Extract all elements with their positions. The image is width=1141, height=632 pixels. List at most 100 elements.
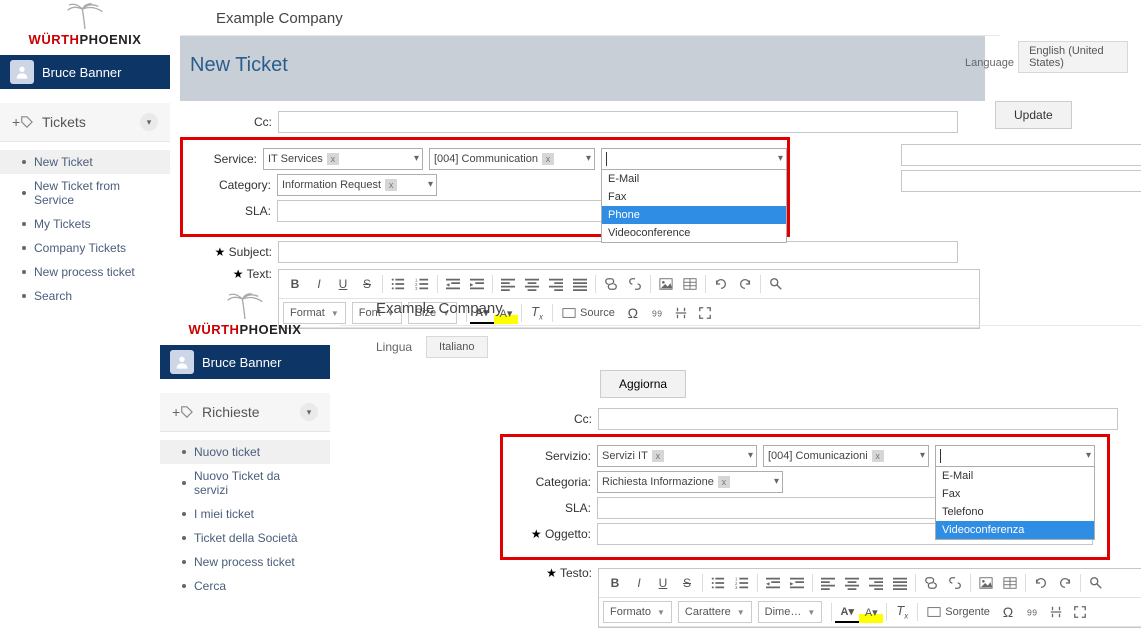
unlink-button[interactable] xyxy=(943,572,967,594)
dropdown-option[interactable]: Fax xyxy=(602,188,786,206)
dropdown-option-selected[interactable]: Videoconferenza xyxy=(936,521,1094,539)
screenshot-english: WÜRTHPHOENIX Bruce Banner + Tickets ▾ Ne… xyxy=(0,0,1000,316)
align-left-button[interactable] xyxy=(816,572,840,594)
italic-button[interactable]: I xyxy=(627,572,651,594)
removeformat-button[interactable]: Tx xyxy=(890,601,914,623)
username: Bruce Banner xyxy=(202,355,282,370)
update-button[interactable]: Aggiorna xyxy=(600,370,686,398)
company-name: Example Company xyxy=(180,0,1000,36)
ol-button[interactable]: 123 xyxy=(730,572,754,594)
dropdown-option[interactable]: Fax xyxy=(936,485,1094,503)
category-combo[interactable]: Information Requestx▾ xyxy=(277,174,437,196)
row-subject: ★ Subject: xyxy=(180,241,980,263)
nav-item-new-ticket-from-service[interactable]: New Ticket from Service xyxy=(0,174,170,212)
avatar[interactable] xyxy=(10,60,34,84)
rich-text-editor: B I U S 123 xyxy=(598,566,1141,628)
service-combo-1[interactable]: IT Servicesx▾ xyxy=(263,148,423,170)
cc-input[interactable] xyxy=(598,408,1118,430)
service-dropdown: E-Mail Fax Telefono Videoconferenza xyxy=(935,467,1095,540)
dropdown-option[interactable]: Videoconference xyxy=(602,224,786,242)
undo-button[interactable] xyxy=(1029,572,1053,594)
user-bar: Bruce Banner xyxy=(0,55,170,89)
nav-item-company-tickets[interactable]: Company Tickets xyxy=(0,236,170,260)
outdent-button[interactable] xyxy=(761,572,785,594)
chevron-down-icon[interactable]: ▾ xyxy=(140,113,158,131)
nav-item-my-tickets[interactable]: I miei ticket xyxy=(160,502,330,526)
nav-item-new-ticket[interactable]: New Ticket xyxy=(0,150,170,174)
service-combo-2[interactable]: [004] Comunicazionix▾ xyxy=(763,445,929,467)
nav-item-company-tickets[interactable]: Ticket della Società xyxy=(160,526,330,550)
dropdown-option[interactable]: Telefono xyxy=(936,503,1094,521)
nav-item-search[interactable]: Cerca xyxy=(160,574,330,598)
nav-item-new-ticket[interactable]: Nuovo ticket xyxy=(160,440,330,464)
dropdown-option[interactable]: E-Mail xyxy=(602,170,786,188)
nav-section-requests[interactable]: + Richieste ▾ xyxy=(160,393,330,432)
palm-icon xyxy=(225,292,265,322)
nav-list: New Ticket New Ticket from Service My Ti… xyxy=(0,142,170,316)
clear-icon[interactable]: x xyxy=(542,153,554,165)
link-button[interactable] xyxy=(919,572,943,594)
textcolor-button[interactable]: A▾ xyxy=(835,601,859,623)
underline-button[interactable]: U xyxy=(651,572,675,594)
sidebar: + Tickets ▾ New Ticket New Ticket from S… xyxy=(0,103,170,316)
plus-icon[interactable]: + xyxy=(12,113,34,131)
nav-item-my-tickets[interactable]: My Tickets xyxy=(0,212,170,236)
maximize-button[interactable] xyxy=(1068,601,1092,623)
language-select[interactable]: Italiano xyxy=(426,336,487,358)
language-select[interactable]: English (United States) xyxy=(1018,41,1128,73)
ul-button[interactable] xyxy=(706,572,730,594)
align-justify-button[interactable] xyxy=(888,572,912,594)
align-center-button[interactable] xyxy=(840,572,864,594)
extra-input-1[interactable] xyxy=(901,144,1141,166)
service-combo-2[interactable]: [004] Communicationx▾ xyxy=(429,148,595,170)
logo: WÜRTHPHOENIX xyxy=(160,290,330,345)
align-right-button[interactable] xyxy=(864,572,888,594)
plus-icon[interactable]: + xyxy=(172,403,194,421)
clear-icon[interactable]: x xyxy=(652,450,664,462)
dropdown-option[interactable]: E-Mail xyxy=(936,467,1094,485)
nav-item-new-process[interactable]: New process ticket xyxy=(160,550,330,574)
clear-icon[interactable]: x xyxy=(718,476,730,488)
nav-item-new-process[interactable]: New process ticket xyxy=(0,260,170,284)
split-button[interactable] xyxy=(1044,601,1068,623)
source-button[interactable]: Sorgente xyxy=(921,605,996,619)
format-dropdown[interactable]: Formato▼ xyxy=(603,601,672,623)
indent-button[interactable] xyxy=(785,572,809,594)
service-combo-3[interactable]: ▾ xyxy=(601,148,787,170)
nav-item-search[interactable]: Search xyxy=(0,284,170,308)
clear-icon[interactable]: x xyxy=(327,153,339,165)
size-dropdown[interactable]: Dime…▼ xyxy=(758,601,823,623)
code-button[interactable]: 99 xyxy=(1020,601,1044,623)
bold-button[interactable]: B xyxy=(603,572,627,594)
extra-input-2[interactable] xyxy=(901,170,1141,192)
chevron-down-icon[interactable]: ▾ xyxy=(300,403,318,421)
ticket-form: Cc: Servizio: Servizi ITx▾ [004] Comunic… xyxy=(340,398,1141,628)
omega-button[interactable]: Ω xyxy=(996,601,1020,623)
cc-input[interactable] xyxy=(278,111,958,133)
nav-item-new-ticket-from-service[interactable]: Nuovo Ticket da servizi xyxy=(160,464,330,502)
subject-input[interactable] xyxy=(278,241,958,263)
bgcolor-button[interactable]: A▾ xyxy=(859,601,883,623)
nav-section-tickets[interactable]: + Tickets ▾ xyxy=(0,103,170,142)
table-button[interactable] xyxy=(998,572,1022,594)
avatar[interactable] xyxy=(170,350,194,374)
font-dropdown[interactable]: Carattere▼ xyxy=(678,601,752,623)
palm-icon xyxy=(65,2,105,32)
svg-text:3: 3 xyxy=(735,585,738,590)
image-button[interactable] xyxy=(974,572,998,594)
row-cc: Cc: xyxy=(500,408,1141,430)
find-button[interactable] xyxy=(1084,572,1108,594)
chevron-down-icon: ▾ xyxy=(414,153,419,164)
service-combo-3[interactable]: ▾ xyxy=(935,445,1095,467)
clear-icon[interactable]: x xyxy=(872,450,884,462)
service-combo-1[interactable]: Servizi ITx▾ xyxy=(597,445,757,467)
main-panel: Example Company Lingua Italiano Aggiorna… xyxy=(340,290,1141,632)
redo-button[interactable] xyxy=(1053,572,1077,594)
clear-icon[interactable]: x xyxy=(385,179,397,191)
category-combo[interactable]: Richiesta Informazionex▾ xyxy=(597,471,783,493)
strike-button[interactable]: S xyxy=(675,572,699,594)
dropdown-option-selected[interactable]: Phone xyxy=(602,206,786,224)
page-title: New Ticket xyxy=(180,36,985,77)
update-button[interactable]: Update xyxy=(995,101,1072,129)
highlight-box: Servizio: Servizi ITx▾ [004] Comunicazio… xyxy=(500,434,1110,560)
